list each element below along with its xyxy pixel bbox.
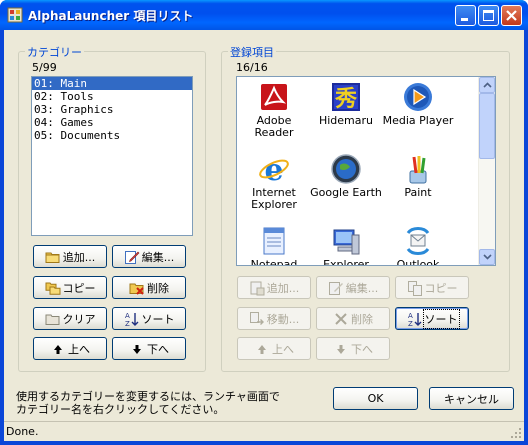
- launcher-window: AlphaLauncher 項目リスト カテゴリー 5/99 01: Main …: [0, 0, 528, 445]
- entry-edit-button[interactable]: 編集...: [316, 276, 390, 299]
- sort-az-icon: AZ: [408, 312, 421, 327]
- category-sort-button[interactable]: AZ ソート: [112, 307, 186, 330]
- folder-add-icon: [45, 252, 60, 263]
- svg-text:e: e: [264, 153, 283, 185]
- adobe-reader-icon: [261, 84, 287, 110]
- entry-delete-button[interactable]: 削除: [316, 307, 390, 330]
- app-icon: [7, 7, 23, 23]
- category-count: 5/99: [32, 61, 57, 74]
- category-item[interactable]: 02: Tools: [32, 90, 192, 103]
- cancel-button[interactable]: キャンセル: [429, 387, 514, 410]
- category-up-button[interactable]: 上へ: [33, 337, 107, 360]
- category-item[interactable]: 04: Games: [32, 116, 192, 129]
- entry-up-button[interactable]: 上へ: [237, 337, 311, 360]
- minimize-button[interactable]: [455, 5, 476, 26]
- svg-text:A: A: [408, 312, 413, 320]
- entry-item[interactable]: Adobe Reader: [237, 81, 311, 139]
- entry-label: Notepad: [250, 258, 298, 266]
- google-earth-icon: [331, 154, 361, 184]
- scroll-down-button[interactable]: [479, 249, 495, 265]
- entry-item[interactable]: Notepad: [237, 225, 311, 266]
- entry-item[interactable]: Media Player: [381, 81, 455, 127]
- status-bar: Done.: [4, 421, 524, 441]
- entry-item[interactable]: Outlook: [381, 225, 455, 266]
- arrow-up-icon: [258, 344, 266, 354]
- svg-text:Z: Z: [125, 320, 130, 327]
- copy-folder-icon: [45, 282, 60, 295]
- minimize-icon: [461, 18, 468, 21]
- copy-icon: [407, 280, 422, 296]
- entries-count: 16/16: [236, 61, 268, 74]
- svg-text:秀: 秀: [334, 87, 357, 112]
- help-text: 使用するカテゴリーを変更するには、ランチャ画面で カテゴリー名を右クリックしてく…: [16, 390, 280, 416]
- entry-label: Google Earth: [310, 186, 382, 199]
- edit-icon: [124, 250, 140, 264]
- entry-item[interactable]: 秀 Hidemaru: [309, 81, 383, 127]
- notepad-icon: [263, 227, 285, 255]
- entry-label: Outlook: [396, 258, 440, 266]
- delete-folder-icon: [129, 283, 144, 295]
- entry-label: Hidemaru: [318, 114, 374, 127]
- entry-item[interactable]: Explorer: [309, 225, 383, 266]
- category-edit-button[interactable]: 編集...: [112, 245, 186, 268]
- close-button[interactable]: [501, 5, 522, 26]
- entry-add-button[interactable]: 追加...: [237, 276, 311, 299]
- entry-label: Adobe Reader: [254, 114, 294, 139]
- ok-button[interactable]: OK: [333, 387, 418, 410]
- title-bar[interactable]: AlphaLauncher 項目リスト: [0, 0, 528, 30]
- category-add-button[interactable]: 追加...: [33, 245, 107, 268]
- internet-explorer-icon: e: [259, 153, 289, 185]
- chevron-down-icon: [482, 254, 492, 260]
- entries-scrollbar[interactable]: [478, 77, 495, 265]
- outlook-icon: [406, 227, 430, 255]
- paint-icon: [409, 156, 427, 184]
- entries-group-title: 登録項目: [228, 44, 276, 60]
- svg-text:A: A: [125, 312, 130, 320]
- category-group-title: カテゴリー: [25, 44, 84, 60]
- category-copy-button[interactable]: コピー: [33, 276, 107, 299]
- window-title: AlphaLauncher 項目リスト: [28, 9, 194, 23]
- category-item[interactable]: 05: Documents: [32, 129, 192, 142]
- entry-item[interactable]: Google Earth: [309, 153, 383, 199]
- add-entry-icon: [250, 281, 265, 295]
- entry-label: Media Player: [382, 114, 454, 127]
- entry-label: Paint: [404, 186, 432, 199]
- entry-down-button[interactable]: 下へ: [316, 337, 390, 360]
- arrow-down-icon: [133, 344, 141, 354]
- chevron-up-icon: [482, 82, 492, 88]
- category-down-button[interactable]: 下へ: [112, 337, 186, 360]
- arrow-up-icon: [54, 344, 62, 354]
- entry-copy-button[interactable]: コピー: [395, 276, 469, 299]
- arrow-down-icon: [337, 344, 345, 354]
- close-icon: [506, 10, 517, 21]
- status-text: Done.: [6, 425, 39, 438]
- delete-icon: [335, 312, 347, 325]
- move-icon: [249, 311, 264, 325]
- svg-text:Z: Z: [408, 320, 413, 327]
- edit-icon: [328, 281, 343, 295]
- category-item[interactable]: 01: Main: [32, 77, 192, 90]
- entry-label: Explorer: [323, 258, 369, 266]
- entry-label: Internet Explorer: [251, 186, 297, 211]
- explorer-icon: [333, 229, 360, 255]
- scroll-up-button[interactable]: [479, 77, 495, 93]
- scroll-thumb[interactable]: [479, 93, 495, 159]
- category-listbox[interactable]: 01: Main 02: Tools 03: Graphics 04: Game…: [31, 76, 193, 236]
- maximize-icon: [483, 10, 494, 21]
- hidemaru-icon: 秀: [332, 83, 360, 112]
- entry-sort-button[interactable]: AZ ソート: [395, 307, 469, 330]
- sort-az-icon: AZ: [125, 312, 138, 327]
- maximize-button[interactable]: [478, 5, 499, 26]
- empty-folder-icon: [45, 314, 59, 325]
- category-item[interactable]: 03: Graphics: [32, 103, 192, 116]
- dialog-client: カテゴリー 5/99 01: Main 02: Tools 03: Graphi…: [4, 30, 524, 441]
- entry-item[interactable]: Paint: [381, 153, 455, 199]
- category-clear-button[interactable]: クリア: [33, 307, 107, 330]
- entries-iconview[interactable]: Adobe Reader 秀 Hidemaru Media Player e I…: [236, 76, 496, 266]
- media-player-icon: [404, 83, 432, 111]
- entry-move-button[interactable]: 移動...: [237, 307, 311, 330]
- entry-item[interactable]: e Internet Explorer: [237, 153, 311, 211]
- category-delete-button[interactable]: 削除: [112, 276, 186, 299]
- resize-grip-icon[interactable]: [510, 427, 522, 439]
